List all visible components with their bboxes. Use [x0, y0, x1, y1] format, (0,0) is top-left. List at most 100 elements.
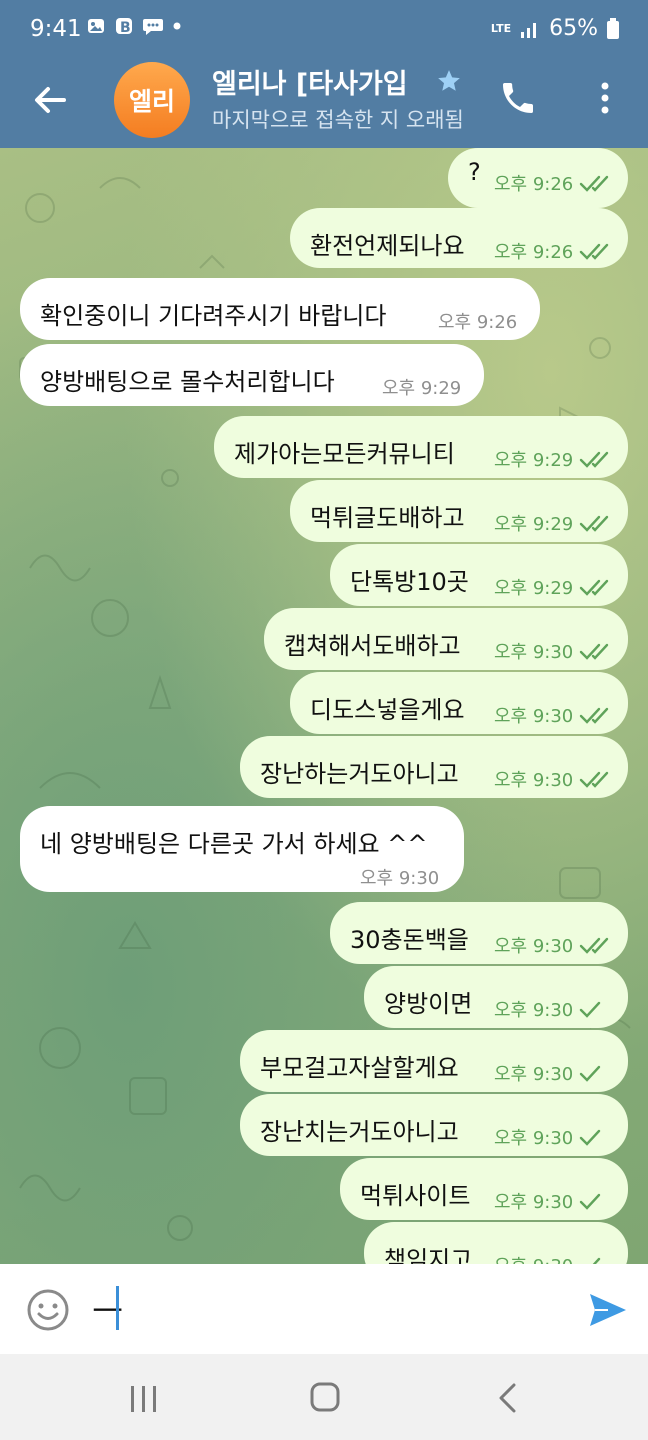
double-check-icon — [580, 579, 609, 596]
outgoing-message[interactable]: 디도스넣을게요 오후 9:30 — [290, 672, 628, 734]
home-icon[interactable] — [310, 1382, 340, 1412]
outgoing-message[interactable]: 먹튀사이트 오후 9:30 — [340, 1158, 628, 1220]
message-text: 책임지고 — [384, 1246, 473, 1264]
battery-percent: 65% — [549, 16, 598, 41]
outgoing-message[interactable]: 먹튀글도배하고 오후 9:29 — [290, 480, 628, 542]
incoming-message[interactable]: 양방배팅으로 몰수처리합니다 오후 9:29 — [20, 344, 484, 406]
message-text: 장난치는거도아니고 — [260, 1118, 459, 1146]
message-text: 먹튀사이트 — [360, 1182, 471, 1210]
status-right: LTE 65% — [491, 16, 620, 41]
check-icon — [580, 1193, 601, 1210]
message-time: 오후 9:26 — [494, 242, 574, 263]
message-meta: 오후 9:30 — [494, 766, 609, 792]
outgoing-message[interactable]: 단톡방10곳 오후 9:29 — [330, 544, 628, 606]
phone-icon[interactable] — [498, 78, 538, 118]
avatar[interactable]: 엘리 — [114, 62, 190, 138]
message-time: 오후 9:30 — [494, 936, 574, 957]
message-time: 오후 9:26 — [438, 312, 518, 333]
star-icon — [438, 70, 460, 91]
message-text: 양방배팅으로 몰수처리합니다 — [40, 368, 335, 396]
message-text: 장난하는거도아니고 — [260, 760, 459, 788]
check-icon — [580, 1129, 601, 1146]
message-text: 디도스넣을게요 — [310, 696, 465, 724]
check-icon — [593, 1257, 601, 1264]
nav-back-icon[interactable] — [496, 1382, 518, 1414]
message-time: 오후 9:30 — [494, 1252, 573, 1264]
message-meta: 오후 9:29 — [494, 574, 609, 600]
message-text: 확인중이니 기다려주시기 바랍니다 — [40, 302, 387, 330]
message-text: 캡쳐해서도배하고 — [284, 632, 461, 660]
outgoing-message[interactable]: 캡쳐해서도배하고 오후 9:30 — [264, 608, 628, 670]
message-meta: 오후 9:26 — [494, 238, 609, 264]
send-icon[interactable] — [588, 1292, 628, 1328]
battery-icon — [607, 17, 619, 39]
incoming-message[interactable]: 네 양방배팅은 다른곳 가서 하세요 ^^ 오후 9:30 — [20, 806, 464, 892]
system-nav-bar — [0, 1354, 648, 1440]
more-vertical-icon[interactable] — [590, 78, 620, 118]
message-time: 오후 9:30 — [494, 1192, 574, 1213]
message-meta: 오후 9:30 — [360, 864, 439, 890]
message-text: 네 양방배팅은 다른곳 가서 하세요 ^^ — [40, 830, 428, 858]
message-meta: 오후 9:26 — [438, 308, 517, 334]
outgoing-message[interactable]: 30충돈백을 오후 9:30 — [330, 902, 628, 964]
chat-subtitle: 마지막으로 접속한 지 오래됨 — [212, 108, 464, 132]
message-text: 환전언제되나요 — [310, 232, 465, 260]
outgoing-message[interactable]: 제가아는모든커뮤니티 오후 9:29 — [214, 416, 628, 478]
double-check-icon — [580, 771, 609, 788]
gallery-icon — [88, 19, 104, 33]
chat-area[interactable]: ? 오후 9:26 환전언제되나요 오후 9:26 확인중이니 기다려주시기 바랍니다 오… — [0, 148, 648, 1264]
double-check-icon — [580, 937, 609, 954]
message-meta: 오후 9:30 — [494, 996, 601, 1022]
status-time: 9:41 — [30, 16, 82, 42]
message-time: 오후 9:30 — [494, 1000, 574, 1021]
message-text: 부모걸고자살할게요 — [260, 1054, 459, 1082]
message-meta: 오후 9:30 — [494, 638, 609, 664]
double-check-icon — [580, 175, 609, 192]
message-time: 오후 9:29 — [382, 378, 462, 399]
message-time: 오후 9:29 — [494, 514, 574, 535]
outgoing-message[interactable]: 장난하는거도아니고 오후 9:30 — [240, 736, 628, 798]
message-text: 단톡방10곳 — [350, 568, 469, 596]
message-input-bar: ㅡ — [0, 1264, 648, 1354]
message-time: 오후 9:26 — [494, 174, 574, 195]
message-meta: 오후 9:29 — [494, 446, 609, 472]
message-meta: 오후 9:30 — [494, 702, 609, 728]
outgoing-message[interactable]: 책임지고 오후 9:30 — [364, 1222, 628, 1264]
message-time: 오후 9:30 — [494, 770, 574, 791]
outgoing-message[interactable]: 양방이면 오후 9:30 — [364, 966, 628, 1028]
message-time: 오후 9:29 — [494, 450, 574, 471]
message-text: 먹튀글도배하고 — [310, 504, 465, 532]
outgoing-message[interactable]: 장난치는거도아니고 오후 9:30 — [240, 1094, 628, 1156]
double-check-icon — [580, 515, 609, 532]
message-time: 오후 9:30 — [494, 706, 574, 727]
notification-icons: B — [86, 16, 182, 36]
chat-notification-icon — [143, 19, 163, 35]
network-label: LTE — [490, 22, 512, 35]
double-check-icon — [580, 643, 609, 660]
message-text: 30충돈백을 — [350, 926, 469, 954]
svg-text:B: B — [120, 20, 131, 36]
outgoing-message[interactable]: 환전언제되나요 오후 9:26 — [290, 208, 628, 268]
check-icon — [580, 1001, 601, 1018]
message-meta: 오후 9:30 — [494, 1060, 601, 1086]
message-text: ? — [468, 158, 481, 186]
outgoing-message[interactable]: 부모걸고자살할게요 오후 9:30 — [240, 1030, 628, 1092]
chat-header: 엘리 엘리나 [타사가입 마지막으로 접속한 지 오래됨 — [0, 62, 648, 148]
double-check-icon — [580, 243, 609, 260]
message-time: 오후 9:30 — [494, 1128, 574, 1149]
message-meta: 오후 9:30 — [494, 1188, 601, 1214]
check-icon — [580, 1065, 601, 1082]
message-text: 제가아는모든커뮤니티 — [234, 440, 455, 468]
message-time: 오후 9:30 — [494, 642, 574, 663]
recent-apps-icon[interactable] — [128, 1384, 160, 1414]
message-time: 오후 9:29 — [494, 578, 574, 599]
emoji-icon[interactable] — [26, 1288, 70, 1332]
message-text: 양방이면 — [384, 990, 473, 1018]
incoming-message[interactable]: 확인중이니 기다려주시기 바랍니다 오후 9:26 — [20, 278, 540, 340]
outgoing-message[interactable]: ? 오후 9:26 — [448, 148, 628, 208]
message-meta: 오후 9:29 — [382, 374, 461, 400]
b-app-icon: B — [116, 18, 132, 36]
message-meta: 오후 9:30 — [494, 1124, 601, 1150]
arrow-back-icon[interactable] — [30, 80, 70, 120]
message-meta: 오후 9:30 — [494, 932, 609, 958]
